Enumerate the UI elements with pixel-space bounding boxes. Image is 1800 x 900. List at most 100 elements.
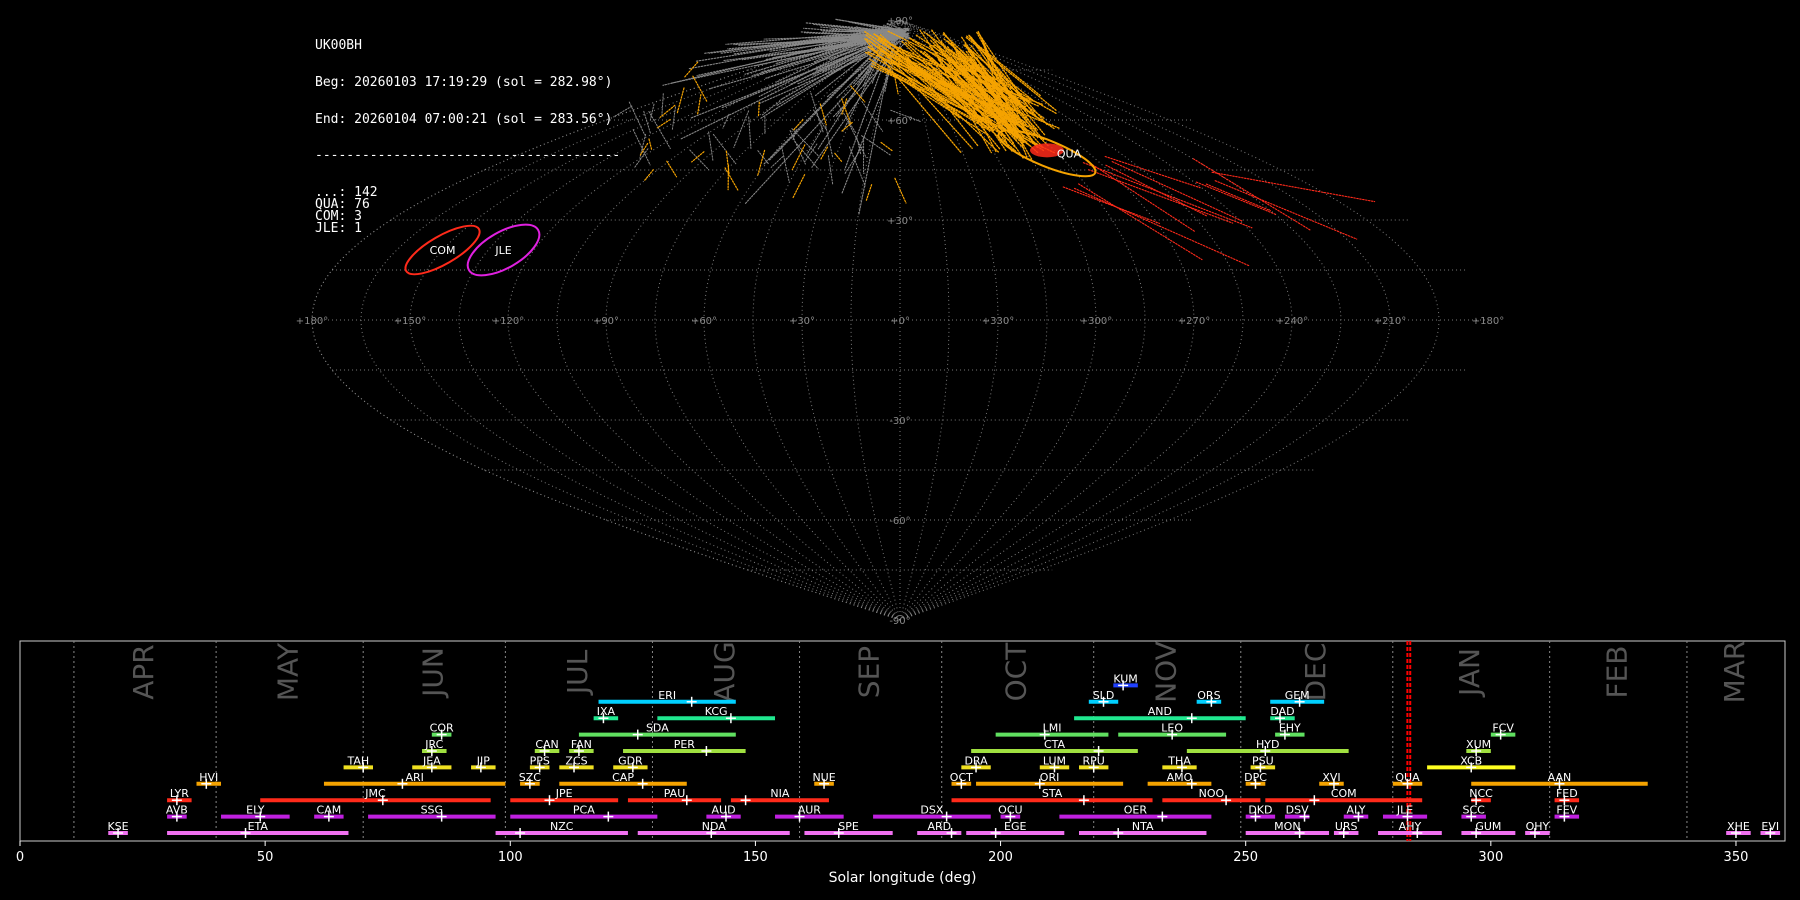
meteor-trajectory (689, 149, 710, 171)
meteor-trajectory (648, 138, 653, 151)
sky-map-y-tick: +30° (887, 216, 913, 227)
meteor-trajectory (757, 101, 760, 117)
shower-label-hvi: HVI (199, 771, 218, 784)
meteor-trajectory (656, 118, 671, 129)
meteor-trajectory (1087, 160, 1196, 232)
sky-map-x-tick: +120° (492, 316, 524, 327)
month-label-mar: MAR (1718, 641, 1751, 704)
shower-label-dsv: DSV (1286, 804, 1309, 817)
meteor-trajectory (825, 125, 834, 158)
month-label-oct: OCT (1000, 642, 1033, 702)
shower-label-lyr: LYR (170, 787, 189, 800)
meteor-trajectory (1205, 183, 1271, 212)
month-label-apr: APR (127, 644, 160, 700)
end-time: End: 20260104 07:00:21 (sol = 283.56°) (315, 111, 613, 127)
meteor-trajectory (757, 150, 770, 165)
shower-label-nia: NIA (770, 787, 789, 800)
meteor-trajectory (861, 100, 884, 132)
radiant-label-qua: QUA (1057, 147, 1082, 160)
meteor-trajectory (770, 156, 784, 168)
sky-map-y-tick: -30° (889, 416, 910, 427)
shower-label-eta: ETA (248, 820, 269, 833)
x-tick-label: 200 (988, 850, 1013, 865)
sky-map-x-tick: +60° (691, 316, 717, 327)
shower-label-tha: THA (1167, 754, 1191, 767)
meteor-trajectory (676, 87, 685, 115)
meteor-trajectory (793, 119, 804, 131)
shower-label-aly: ALY (1347, 804, 1366, 817)
shower-label-gem: GEM (1285, 689, 1310, 702)
meteor-trajectory (648, 111, 671, 149)
x-tick-label: 350 (1724, 850, 1749, 865)
shower-label-nda: NDA (702, 820, 727, 833)
sky-map-y-tick: -90° (889, 616, 910, 627)
shower-label-jmc: JMC (364, 787, 386, 800)
sky-map-x-tick: +150° (394, 316, 426, 327)
sky-map-x-tick: +240° (1276, 316, 1308, 327)
shower-label-kum: KUM (1113, 672, 1137, 685)
meteor-trajectory (632, 129, 651, 166)
shower-label-urs: URS (1335, 820, 1358, 833)
month-label-jan: JAN (1453, 648, 1486, 698)
shower-label-noo: NOO (1199, 787, 1225, 800)
shower-label-ssg: SSG (421, 804, 444, 817)
station-id: UK00BH (315, 38, 362, 54)
shower-label-eri: ERI (658, 689, 676, 702)
shower-label-kse: KSE (107, 820, 128, 833)
shower-label-scc: SCC (1463, 804, 1486, 817)
shower-label-cap: CAP (612, 771, 634, 784)
shower-label-cta: CTA (1044, 738, 1066, 751)
shower-label-sld: SLD (1093, 689, 1115, 702)
meteor-trajectory (671, 106, 676, 131)
shower-label-xvi: XVI (1322, 771, 1340, 784)
meteor-trajectory (1211, 171, 1376, 203)
meteor-trajectory (722, 113, 730, 129)
x-tick-label: 50 (257, 850, 274, 865)
sky-map-trajectories (613, 18, 1376, 267)
shower-label-ely: ELY (246, 804, 265, 817)
shower-label-ocu: OCU (998, 804, 1022, 817)
sky-map-x-tick: +90° (593, 316, 619, 327)
shower-label-jrc: JRC (424, 738, 443, 751)
meteor-trajectory (696, 93, 702, 116)
shower-label-ege: EGE (1004, 820, 1026, 833)
meteor-trajectory (1082, 162, 1253, 229)
shower-label-pps: PPS (530, 754, 550, 767)
shower-label-and: AND (1148, 705, 1172, 718)
shower-label-ahy: AHY (1399, 820, 1422, 833)
shower-label-fed: FED (1556, 787, 1578, 800)
month-label-jun: JUN (416, 647, 449, 699)
shower-count-jle: JLE: 1 (315, 221, 362, 237)
meteor-trajectory (1073, 187, 1251, 267)
shower-label-dkd: DKD (1248, 804, 1272, 817)
shower-label-nzc: NZC (550, 820, 574, 833)
shower-label-dad: DAD (1270, 705, 1294, 718)
shower-timeline-panel: APR MAY JUN JUL AUG SEP OCT NOV DEC JAN FEB MARKUME… (16, 640, 1786, 886)
meteor-trajectory (683, 61, 699, 78)
begin-time: Beg: 20260103 17:19:29 (sol = 282.98°) (315, 75, 613, 90)
shower-label-ard: ARD (927, 820, 951, 833)
meteor-trajectory (861, 135, 891, 156)
month-label-feb: FEB (1600, 645, 1633, 698)
shower-label-ohy: OHY (1526, 820, 1550, 833)
meteor-trajectory (666, 160, 678, 178)
shower-label-fev: FEV (1556, 804, 1577, 817)
info-separator: --------------------------------------- (315, 148, 621, 164)
shower-label-aur: AUR (798, 804, 822, 817)
shower-label-pca: PCA (573, 804, 595, 817)
shower-label-psu: PSU (1252, 754, 1274, 767)
sky-map-x-tick: +300° (1080, 316, 1112, 327)
sky-map-y-tick: -60° (889, 516, 910, 527)
sky-map-x-tick: +30° (789, 316, 815, 327)
shower-label-tah: TAH (346, 754, 369, 767)
shower-label-ari: ARI (405, 771, 423, 784)
radiant-label-com: COM (430, 244, 456, 257)
meteor-trajectory (1214, 180, 1358, 240)
shower-label-oct: OCT (950, 771, 973, 784)
shower-label-fan: FAN (571, 738, 592, 751)
shower-label-sta: STA (1042, 787, 1063, 800)
shower-label-ori: ORI (1040, 771, 1060, 784)
shower-label-leo: LEO (1161, 722, 1183, 735)
shower-label-dsx: DSX (920, 804, 943, 817)
sky-map-x-tick: +180° (1472, 316, 1504, 327)
